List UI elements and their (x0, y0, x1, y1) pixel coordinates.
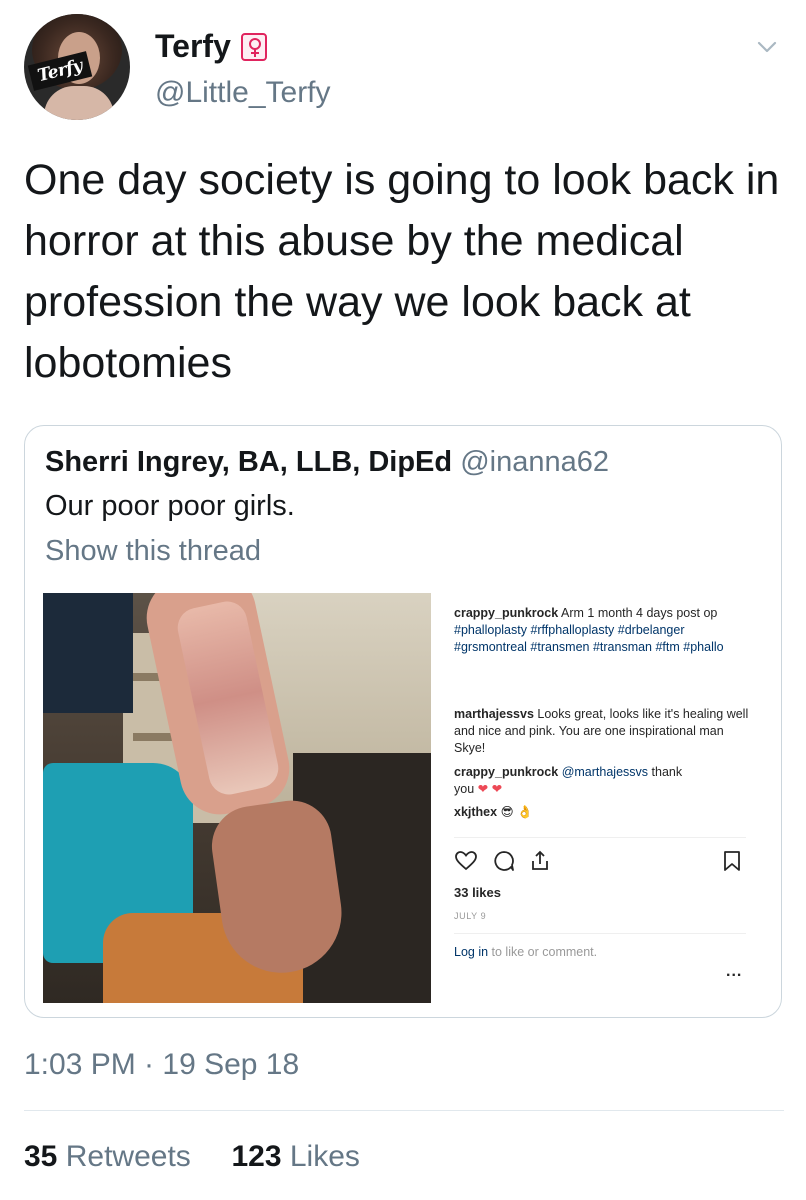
display-name-text: Terfy (155, 28, 231, 64)
tweet-text: One day society is going to look back in… (24, 156, 780, 387)
instagram-panel: crappy_punkrock Arm 1 month 4 days post … (438, 593, 765, 1003)
likes-label[interactable]: Likes (290, 1140, 360, 1173)
female-sign-icon (240, 32, 267, 61)
ig-comment: crappy_punkrock Arm 1 month 4 days post … (454, 605, 754, 656)
quoted-author: Sherri Ingrey, BA, LLB, DipEd @inanna62 (45, 446, 609, 479)
ig-comment-user[interactable]: crappy_punkrock (454, 606, 558, 620)
ig-post-date: JULY 9 (454, 911, 487, 921)
ig-likes-count[interactable]: 33 likes (454, 885, 501, 900)
ig-comment-text: Arm 1 month 4 days post op (561, 606, 718, 620)
ig-comment: xkjthex 😎 👌 (454, 804, 754, 821)
bookmark-icon[interactable] (720, 849, 744, 873)
quoted-name: Sherri Ingrey, BA, LLB, DipEd (45, 446, 453, 478)
share-icon[interactable] (528, 849, 552, 873)
heart-emoji: ❤ ❤ (477, 782, 503, 796)
show-thread-link[interactable]: Show this thread (45, 535, 261, 568)
divider (454, 933, 746, 934)
avatar-body (44, 86, 114, 120)
comment-icon[interactable] (492, 849, 516, 873)
quoted-handle: @inanna62 (460, 446, 609, 478)
ig-login-link[interactable]: Log in (454, 945, 488, 959)
retweets-count[interactable]: 35 (24, 1140, 57, 1173)
quoted-media[interactable]: crappy_punkrock Arm 1 month 4 days post … (43, 593, 765, 1003)
ig-hashtags[interactable]: #phalloplasty #rffphalloplasty #drbelang… (454, 623, 724, 654)
user-handle[interactable]: @Little_Terfy (155, 76, 331, 110)
display-name[interactable]: Terfy (155, 28, 267, 65)
ig-comment-user[interactable]: xkjthex (454, 805, 497, 819)
ig-action-bar (454, 849, 744, 875)
ig-login-text: to like or comment. (488, 945, 598, 959)
ig-comment-text: thank (651, 765, 683, 779)
quoted-tweet[interactable]: Sherri Ingrey, BA, LLB, DipEd @inanna62 … (24, 425, 782, 1018)
chevron-down-icon[interactable] (754, 34, 780, 60)
ig-comment-user[interactable]: marthajessvs (454, 707, 534, 721)
quoted-text: Our poor poor girls. (45, 490, 295, 522)
tweet-header: Terfy Terfy @Little_Terfy (24, 14, 784, 124)
divider (24, 1110, 784, 1111)
tweet-timestamp[interactable]: 1:03 PM · 19 Sep 18 (24, 1048, 299, 1082)
ig-comment-text: you (454, 782, 475, 796)
likes-count[interactable]: 123 (231, 1140, 281, 1173)
ig-comment: marthajessvs Looks great, looks like it'… (454, 706, 754, 757)
ig-comment-user[interactable]: crappy_punkrock (454, 765, 558, 779)
ig-login-prompt: Log in to like or comment. (454, 945, 597, 959)
more-options-icon[interactable]: ... (726, 963, 742, 981)
avatar[interactable]: Terfy (24, 14, 130, 120)
divider (454, 837, 746, 838)
emoji-icons: 😎 👌 (500, 805, 533, 819)
photo-shadow (43, 593, 133, 713)
media-photo[interactable] (43, 593, 431, 1003)
retweets-label[interactable]: Retweets (66, 1140, 191, 1173)
heart-icon[interactable] (454, 849, 478, 873)
ig-mention[interactable]: @marthajessvs (562, 765, 648, 779)
ig-comment: crappy_punkrock @marthajessvs thank you … (454, 764, 754, 798)
tweet-stats: 35 Retweets 123 Likes (24, 1140, 360, 1174)
